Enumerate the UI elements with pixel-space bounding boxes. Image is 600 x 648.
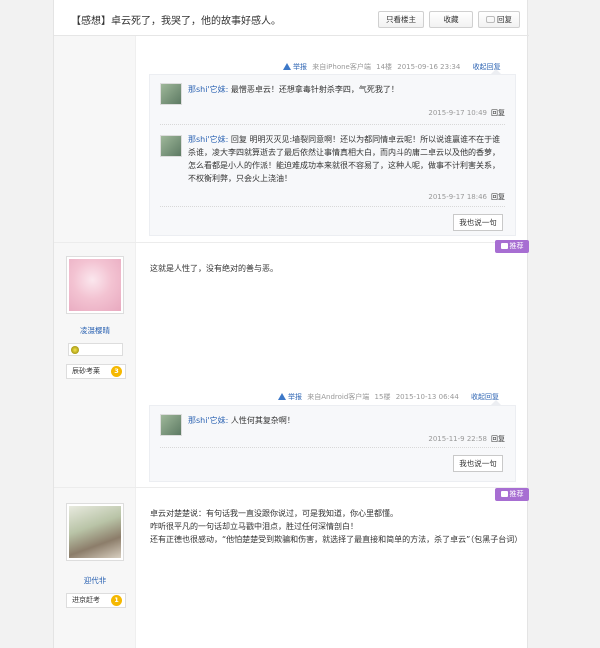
- recommend-badge[interactable]: 推荐: [495, 240, 529, 253]
- sub-reply-panel: 那shi'它妹: 最憎恶卓云！还想拿毒针射杀李四，气死我了！ 2015-9-17…: [149, 69, 516, 236]
- author-panel: 迎代非 进京赶考 1: [54, 488, 136, 648]
- sub-reply-panel: 那shi'它妹: 人性何其复杂啊！ 2015-11-9 22:58 回复 我也说一…: [149, 400, 516, 482]
- avatar[interactable]: [66, 503, 124, 561]
- add-comment-button[interactable]: 我也说一句: [453, 455, 503, 472]
- author-name[interactable]: 凌滠樱晴: [54, 325, 136, 336]
- reply-icon: [486, 16, 495, 23]
- sub-reply-avatar[interactable]: [160, 83, 182, 105]
- author-panel: [54, 36, 136, 242]
- avatar[interactable]: [66, 256, 124, 314]
- add-comment-button[interactable]: 我也说一句: [453, 214, 503, 231]
- author-panel: 凌滠樱晴 辰砂考莱 3: [54, 243, 136, 487]
- post-line: 咋听很平凡的一句话却立马戳中泪点，胜过任何深情剖白！: [150, 522, 358, 531]
- post-line: 还有正德也很感动，“他怕楚楚受到欺骗和伤害，就选择了最直接和简单的方法，杀了卓云…: [150, 535, 523, 544]
- sub-reply-reply-link[interactable]: 回复: [491, 109, 505, 117]
- sub-reply-content: 那shi'它妹: 人性何其复杂啊！: [188, 416, 295, 425]
- post-floor-15: 推荐 凌滠樱晴 辰砂考莱 3 这就是人性了，没有绝对的善与恶。 举报 来自Andr…: [54, 240, 529, 488]
- medal-row: [68, 343, 123, 356]
- sub-reply: 那shi'它妹: 最憎恶卓云！还想拿毒针射杀李四，气死我了！ 2015-9-17…: [160, 83, 505, 125]
- level-badge[interactable]: 辰砂考莱 3: [66, 364, 126, 379]
- author-name[interactable]: 迎代非: [54, 575, 136, 586]
- sub-reply: 那shi'它妹: 回复 明明灭灭见:墙裂同意啊！还以为都同情卓云呢！所以说谁赢谁…: [160, 129, 505, 207]
- sub-reply-user[interactable]: 那shi'它妹:: [188, 85, 228, 94]
- post-content: 卓云对楚楚说：有句话我一直没跟你说过，可是我知道，你心里都懂。 咋听很平凡的一句…: [150, 507, 522, 546]
- only-op-button[interactable]: 只看楼主: [378, 11, 424, 28]
- favorite-button[interactable]: 收藏: [429, 11, 473, 28]
- post-floor: 15楼: [374, 393, 391, 401]
- thread-header: 【感想】卓云死了，我哭了，他的故事好感人。 只看楼主 收藏 回复: [54, 0, 529, 36]
- panel-arrow: [490, 400, 502, 406]
- recommend-icon: [500, 243, 508, 249]
- post-line: 卓云对楚楚说：有句话我一直没跟你说过，可是我知道，你心里都懂。: [150, 509, 398, 518]
- post-source: 来自Android客户端: [307, 393, 370, 401]
- post-floor-14: 举报 来自iPhone客户端 14楼 2015-09-16 23:34 收起回复…: [54, 36, 529, 243]
- sub-reply-meta: 2015-9-17 18:46 回复: [428, 193, 505, 201]
- recommend-badge[interactable]: 推荐: [495, 488, 529, 501]
- sub-reply-meta: 2015-9-17 10:49 回复: [428, 109, 505, 117]
- report-link[interactable]: 举报: [278, 393, 302, 401]
- sub-reply-meta: 2015-11-9 22:58 回复: [428, 435, 505, 443]
- reply-button[interactable]: 回复: [478, 11, 520, 28]
- level-badge[interactable]: 进京赶考 1: [66, 593, 126, 608]
- avatar-image: [69, 259, 121, 311]
- level-number: 3: [111, 366, 122, 377]
- report-link[interactable]: 举报: [283, 63, 307, 71]
- sub-reply-user[interactable]: 那shi'它妹:: [188, 416, 228, 425]
- sub-reply-avatar[interactable]: [160, 414, 182, 436]
- sub-reply-content: 那shi'它妹: 回复 明明灭灭见:墙裂同意啊！还以为都同情卓云呢！所以说谁赢谁…: [188, 135, 501, 183]
- post-floor-16: 推荐 迎代非 进京赶考 1 卓云对楚楚说：有句话我一直没跟你说过，可是我知道，你心…: [54, 488, 529, 648]
- post-floor: 14楼: [376, 63, 393, 71]
- thread-page: 【感想】卓云死了，我哭了，他的故事好感人。 只看楼主 收藏 回复 举报 来自iP…: [53, 0, 529, 648]
- thread-title: 【感想】卓云死了，我哭了，他的故事好感人。: [71, 16, 281, 27]
- post-tail: 举报 来自Android客户端 15楼 2015-10-13 06:44 收起回…: [278, 392, 499, 402]
- sub-reply: 那shi'它妹: 人性何其复杂啊！ 2015-11-9 22:58 回复: [160, 414, 505, 448]
- sub-reply-user[interactable]: 那shi'它妹:: [188, 135, 228, 144]
- sub-reply-reply-link[interactable]: 回复: [491, 435, 505, 443]
- panel-arrow: [490, 69, 502, 75]
- post-time: 2015-10-13 06:44: [395, 393, 459, 401]
- sub-reply-avatar[interactable]: [160, 135, 182, 157]
- medal-icon[interactable]: [71, 346, 79, 354]
- level-number: 1: [111, 595, 122, 606]
- sub-reply-reply-link[interactable]: 回复: [491, 193, 505, 201]
- avatar-image: [69, 506, 121, 558]
- post-time: 2015-09-16 23:34: [397, 63, 461, 71]
- reply-button-label: 回复: [497, 15, 512, 24]
- sub-reply-content: 那shi'它妹: 最憎恶卓云！还想拿毒针射杀李四，气死我了！: [188, 85, 399, 94]
- post-tail: 举报 来自iPhone客户端 14楼 2015-09-16 23:34 收起回复: [283, 62, 501, 72]
- warning-icon: [283, 63, 291, 70]
- recommend-icon: [500, 491, 508, 497]
- post-content: 这就是人性了，没有绝对的善与恶。: [150, 264, 278, 273]
- post-source: 来自iPhone客户端: [312, 63, 371, 71]
- warning-icon: [278, 393, 286, 400]
